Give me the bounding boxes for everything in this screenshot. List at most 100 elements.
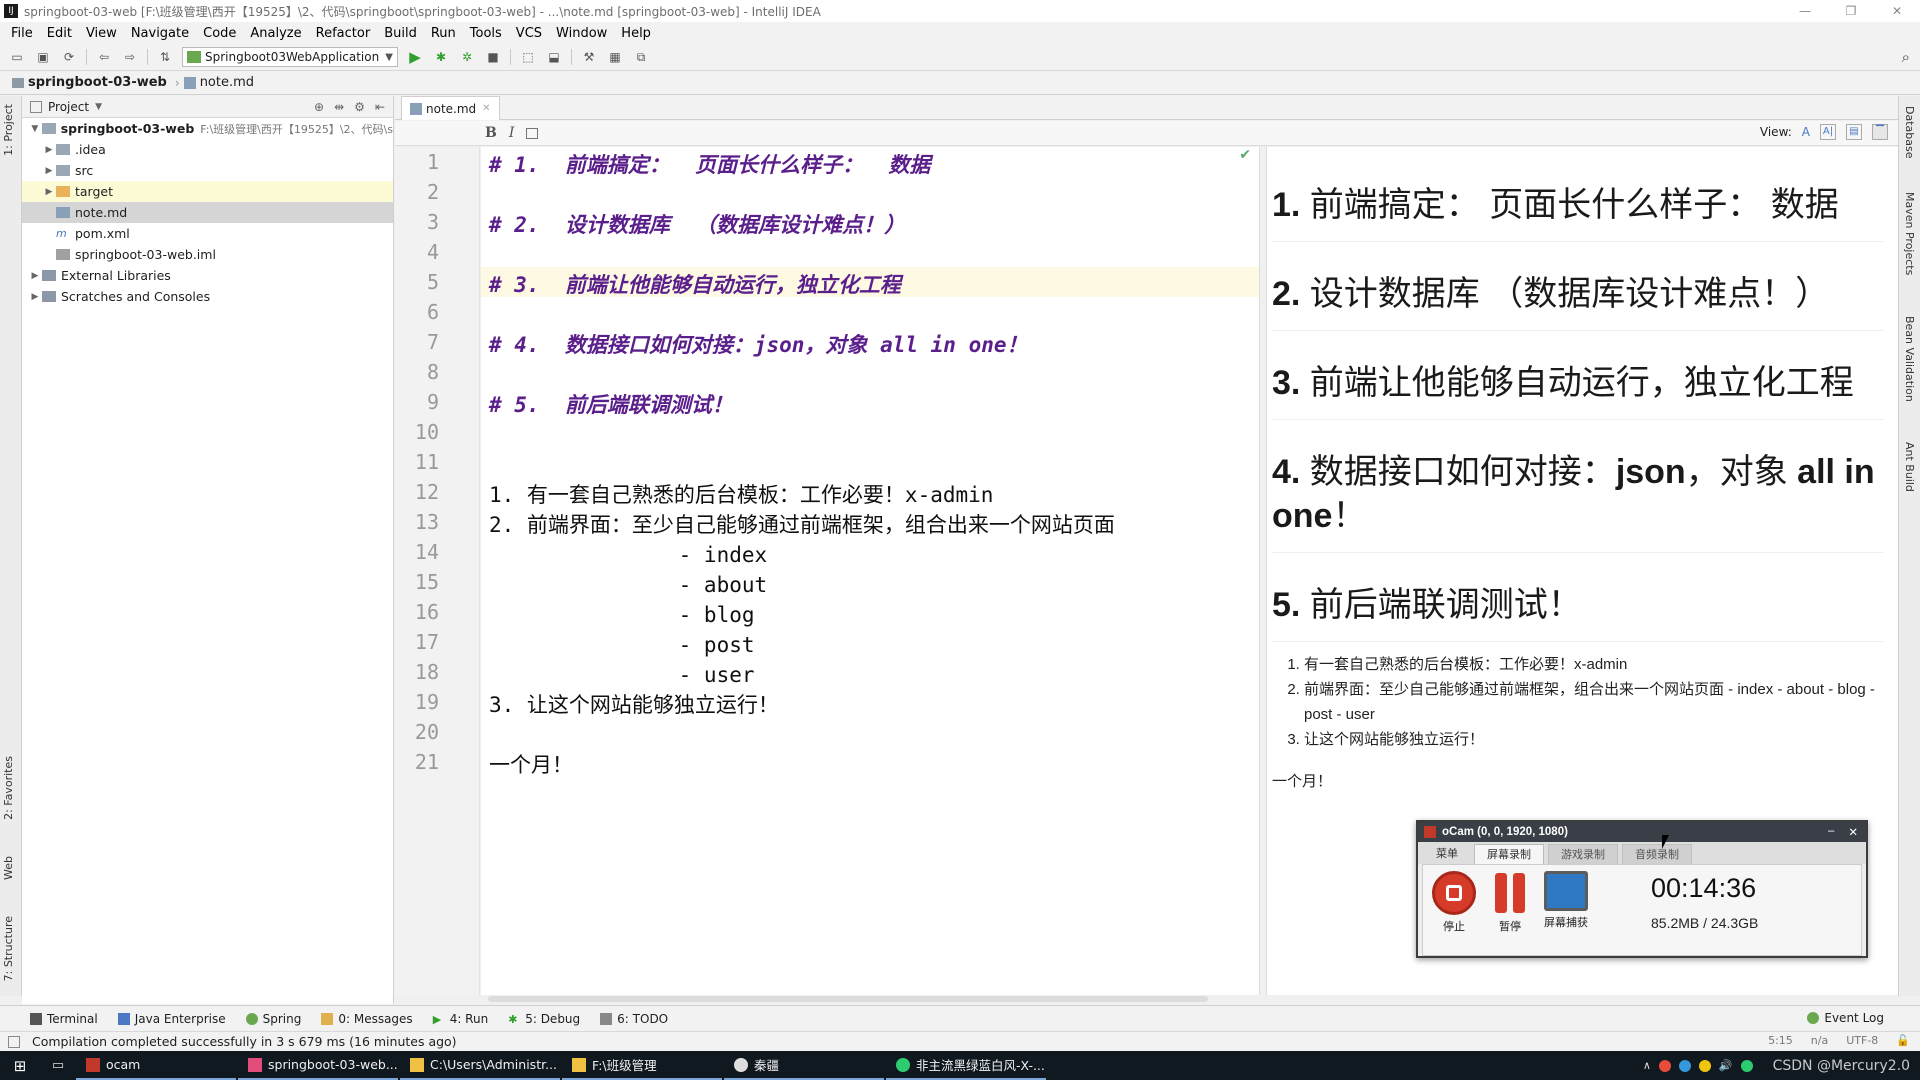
code-editor[interactable]: ✔ # 1. 前端搞定： 页面长什么样子： 数据 # 2. 设计数据库 （数据库…	[481, 147, 1259, 995]
code-line[interactable]: # 2. 设计数据库 （数据库设计难点！）	[489, 210, 905, 240]
taskbar-item-intellij[interactable]: springboot-03-web...	[238, 1051, 398, 1080]
menu-help[interactable]: Help	[614, 26, 658, 41]
windows-start-icon[interactable]: ⊞	[0, 1051, 40, 1080]
ocam-tab-screen-record[interactable]: 屏幕录制	[1474, 844, 1544, 864]
sync-icon[interactable]: ⟳	[60, 48, 78, 66]
code-line[interactable]: - post	[489, 630, 755, 660]
tool-tab-structure[interactable]: 7: Structure	[2, 916, 15, 981]
ocam-pause-button[interactable]: 暂停	[1483, 871, 1537, 934]
network-icon[interactable]	[1740, 1059, 1753, 1072]
breadcrumb-file[interactable]: note.md	[180, 75, 262, 90]
tree-root[interactable]: ▼ springboot-03-web F:\班级管理\西开【19525】\2、…	[22, 118, 393, 139]
coverage-icon[interactable]: ✲	[458, 48, 476, 66]
tool-tab-ant-build[interactable]: Ant Build	[1903, 442, 1916, 492]
preview-only-button[interactable]: ▤	[1846, 124, 1862, 140]
code-line[interactable]: # 4. 数据接口如何对接：json，对象 all in one！	[489, 330, 1028, 360]
menu-view[interactable]: View	[79, 26, 124, 41]
menu-file[interactable]: File	[4, 26, 40, 41]
record-tray-icon[interactable]	[1658, 1059, 1671, 1072]
app-tray-icon[interactable]	[1698, 1059, 1711, 1072]
italic-button[interactable]: I	[509, 125, 515, 141]
tree-item-src[interactable]: ▶ src	[22, 160, 393, 181]
tray-expand-icon[interactable]: ∧	[1643, 1059, 1651, 1072]
code-line[interactable]: - blog	[489, 600, 755, 630]
ocam-stop-button[interactable]: 停止	[1427, 871, 1481, 934]
ocam-tab-menu[interactable]: 菜单	[1424, 844, 1470, 864]
gear-icon[interactable]: ⚙	[354, 100, 365, 114]
close-button[interactable]: ✕	[1874, 0, 1920, 22]
ocam-tab-game-record[interactable]: 游戏录制	[1548, 844, 1618, 864]
tool-tab-bean-validation[interactable]: Bean Validation	[1903, 316, 1916, 402]
tab-run[interactable]: ▶ 4: Run	[433, 1012, 489, 1026]
chevron-down-icon[interactable]: ▼	[28, 124, 42, 134]
menu-code[interactable]: Code	[196, 26, 243, 41]
open-folder-icon[interactable]: ▭	[8, 48, 26, 66]
breadcrumb-project[interactable]: springboot-03-web	[8, 75, 175, 90]
debug-icon[interactable]: ✱	[432, 48, 450, 66]
tab-todo[interactable]: 6: TODO	[600, 1012, 668, 1026]
stop-icon[interactable]: ■	[484, 48, 502, 66]
task-view-icon[interactable]: ▭	[40, 1058, 76, 1073]
ocam-titlebar[interactable]: oCam (0, 0, 1920, 1080) – ✕	[1418, 822, 1866, 842]
volume-icon[interactable]: 🔊	[1719, 1059, 1733, 1072]
tree-item-pom-xml[interactable]: m pom.xml	[22, 223, 393, 244]
split-view-button[interactable]: A|	[1820, 124, 1836, 140]
code-line[interactable]: 1. 有一套自己熟悉的后台模板：工作必要！x-admin	[489, 480, 993, 510]
menu-build[interactable]: Build	[377, 26, 424, 41]
lock-icon[interactable]: 🔓	[1896, 1034, 1910, 1047]
editor-preview-splitter[interactable]	[1259, 147, 1267, 995]
tab-debug[interactable]: ✱ 5: Debug	[508, 1012, 580, 1026]
menu-run[interactable]: Run	[424, 26, 463, 41]
vcs-commit-icon[interactable]: ⬓	[545, 48, 563, 66]
tree-item-scratches[interactable]: ▶ Scratches and Consoles	[22, 286, 393, 307]
ocam-capture-button[interactable]: 屏幕捕获	[1539, 871, 1593, 930]
forward-icon[interactable]: ⇨	[121, 48, 139, 66]
caret-position[interactable]: 5:15	[1768, 1034, 1793, 1047]
chevron-down-icon[interactable]: ▼	[95, 102, 102, 112]
code-line[interactable]: 2. 前端界面：至少自己能够通过前端框架，组合出来一个网站页面	[489, 510, 1115, 540]
project-structure-icon[interactable]: ▦	[606, 48, 624, 66]
code-line[interactable]: 一个月！	[489, 750, 573, 780]
taskbar-item-explorer-class[interactable]: F:\班级管理	[562, 1051, 722, 1080]
menu-vcs[interactable]: VCS	[509, 26, 549, 41]
chevron-right-icon[interactable]: ▶	[28, 271, 42, 281]
tree-item-target[interactable]: ▶ target	[22, 181, 393, 202]
taskbar-item-qinjiang[interactable]: 秦疆	[724, 1051, 884, 1080]
hide-icon[interactable]: ⇤	[375, 100, 385, 114]
settings-wrench-icon[interactable]: ⚒	[580, 48, 598, 66]
run-icon[interactable]: ▶	[406, 48, 424, 66]
tool-tab-project[interactable]: 1: Project	[2, 104, 15, 156]
code-line[interactable]: # 3. 前端让他能够自动运行，独立化工程	[489, 270, 901, 300]
tool-tab-database[interactable]: Database	[1903, 106, 1916, 159]
close-icon[interactable]: ✕	[482, 103, 490, 114]
file-encoding[interactable]: UTF-8	[1846, 1034, 1878, 1047]
code-line[interactable]: - user	[489, 660, 755, 690]
bold-button[interactable]: B	[485, 125, 497, 141]
project-panel-title[interactable]: Project	[48, 100, 89, 114]
tool-tab-web[interactable]: Web	[2, 856, 15, 880]
code-line[interactable]: # 5. 前后端联调测试！	[489, 390, 733, 420]
tab-note-md[interactable]: note.md ✕	[401, 96, 500, 120]
search-icon[interactable]: ⌕	[1902, 48, 1910, 66]
app-tray-icon[interactable]	[1678, 1059, 1691, 1072]
tab-java-enterprise[interactable]: Java Enterprise	[117, 1012, 226, 1026]
chevron-right-icon[interactable]: ▶	[42, 166, 56, 176]
tab-terminal[interactable]: Terminal	[30, 1012, 98, 1026]
restore-button[interactable]: ❐	[1828, 0, 1874, 22]
taskbar-item-explorer-users[interactable]: C:\Users\Administr...	[400, 1051, 560, 1080]
code-line[interactable]: - index	[489, 540, 768, 570]
save-icon[interactable]: ▣	[34, 48, 52, 66]
chevron-right-icon[interactable]: ▶	[42, 145, 56, 155]
table-icon[interactable]	[526, 127, 539, 139]
menu-window[interactable]: Window	[549, 26, 614, 41]
run-config-select[interactable]: Springboot03WebApplication ▼	[182, 47, 398, 67]
editor-only-button[interactable]: ▔	[1872, 124, 1888, 140]
tool-window-toggle-icon[interactable]	[8, 1035, 20, 1048]
menu-analyze[interactable]: Analyze	[243, 26, 308, 41]
code-line[interactable]: 3. 让这个网站能够独立运行！	[489, 690, 779, 720]
menu-navigate[interactable]: Navigate	[124, 26, 196, 41]
ocam-tab-audio-record[interactable]: 音频录制	[1622, 844, 1692, 864]
chevron-right-icon[interactable]: ▶	[42, 187, 56, 197]
menu-tools[interactable]: Tools	[463, 26, 509, 41]
horizontal-scrollbar[interactable]	[488, 996, 1208, 1002]
